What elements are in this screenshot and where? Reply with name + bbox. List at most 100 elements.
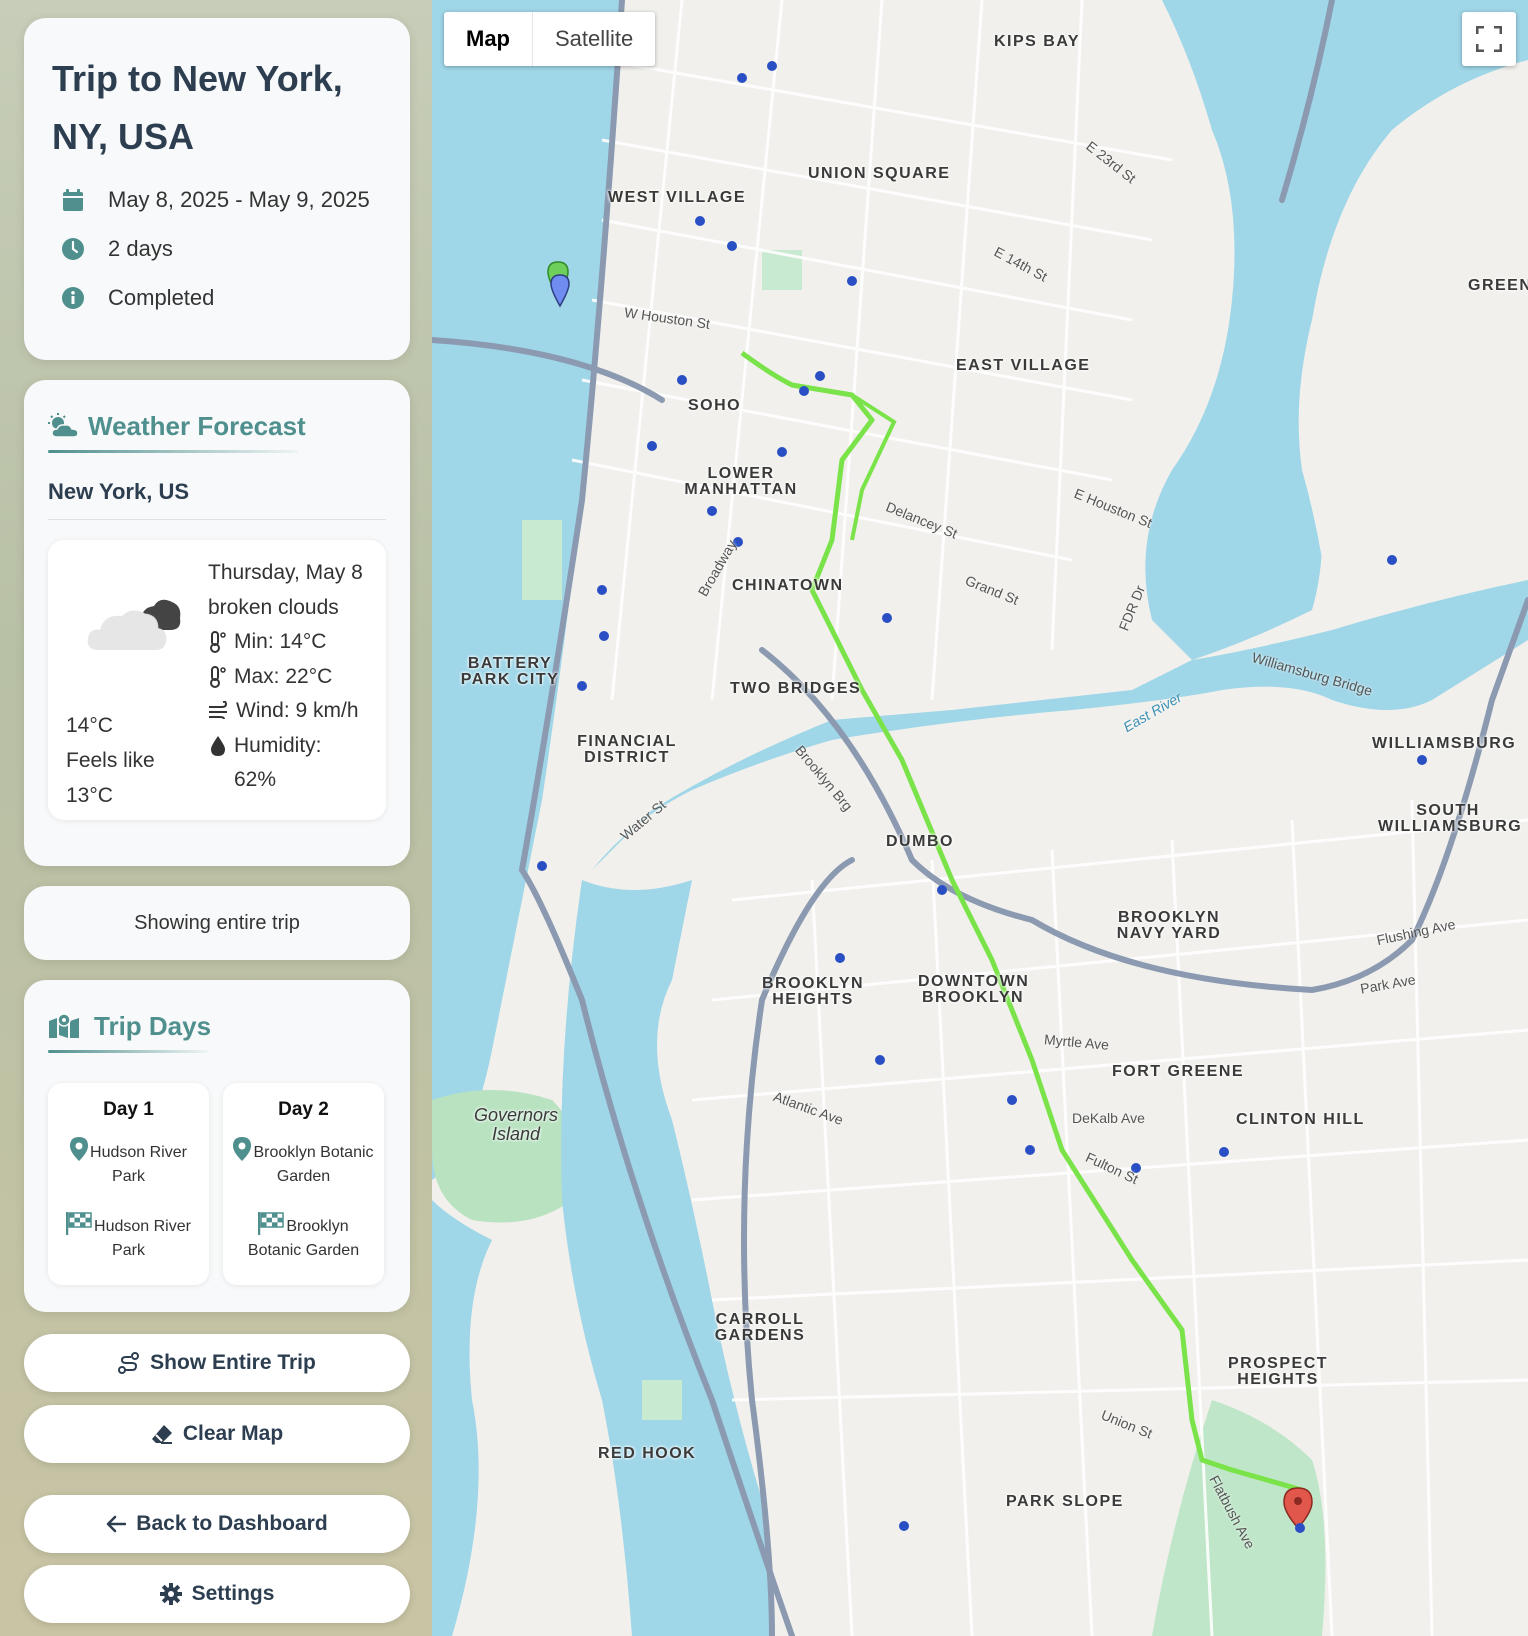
weather-forecast-box: 14°C Feels like 13°C Thursday, May 8 bro… (48, 540, 386, 820)
map-label-chinatown: CHINATOWN (732, 577, 844, 594)
day-end-text: Hudson River Park (94, 1218, 191, 1259)
map-pin-icon (70, 1137, 89, 1161)
fullscreen-button[interactable] (1462, 12, 1516, 66)
map-view[interactable]: KIPS BAY UNION SQUARE WEST VILLAGE EAST … (432, 0, 1528, 1636)
flag-checkered-icon (65, 1212, 92, 1235)
trip-days-heading-text: Trip Days (94, 1010, 212, 1041)
droplet-icon (211, 735, 225, 756)
weather-heading-underline (48, 450, 298, 453)
day-start-text: Hudson River Park (90, 1144, 187, 1185)
broken-clouds-icon (86, 588, 182, 661)
trip-days-card: Trip Days Day 1 Hudson River Park Hudson… (24, 980, 410, 1312)
thermometer-icon (210, 665, 226, 688)
day-card-2[interactable]: Day 2 Brooklyn Botanic Garden Brooklyn B… (223, 1083, 384, 1285)
eraser-icon (151, 1425, 172, 1444)
map-label-dumbo: DUMBO (886, 833, 954, 850)
weather-day: Thursday, May 8 (208, 561, 363, 584)
weather-min: Min: 14°C (208, 625, 363, 660)
clear-map-label: Clear Map (182, 1422, 284, 1445)
fullscreen-icon (1476, 26, 1502, 52)
trip-status: Completed (52, 283, 382, 313)
map-marked-icon (49, 1013, 79, 1038)
wind-icon (209, 701, 228, 720)
sidebar: Trip to New York, NY, USA May 8, 2025 - … (0, 0, 432, 1636)
map-pin-icon (233, 1137, 252, 1161)
settings-button[interactable]: Settings (24, 1565, 410, 1623)
map-type-map-button[interactable]: Map (444, 12, 533, 66)
map-label-red-hook: RED HOOK (598, 1445, 697, 1462)
map-label-financial-district: FINANCIAL DISTRICT (577, 733, 677, 766)
weather-temp: 14°C (66, 714, 113, 737)
trip-duration: 2 days (52, 234, 382, 264)
weather-feels-like: Feels like 13°C (66, 749, 155, 807)
day-title: Day 1 (103, 1099, 154, 1120)
day-end: Hudson River Park (48, 1211, 209, 1263)
map-label-park-slope: PARK SLOPE (1006, 1493, 1124, 1510)
trip-duration-text: 2 days (108, 236, 173, 261)
day-card-1[interactable]: Day 1 Hudson River Park Hudson River Par… (48, 1083, 209, 1285)
trip-days-underline (48, 1050, 208, 1053)
weather-heading-text: Weather Forecast (88, 410, 306, 441)
map-label-west-village: WEST VILLAGE (608, 189, 746, 206)
weather-max-text: Max: 22°C (234, 664, 333, 688)
trip-info-card: Trip to New York, NY, USA May 8, 2025 - … (24, 18, 410, 360)
trip-title: Trip to New York, NY, USA (52, 58, 343, 157)
map-label-two-bridges: TWO BRIDGES (730, 680, 862, 697)
thermometer-icon (210, 631, 226, 654)
info-icon (60, 285, 86, 311)
day-start-text: Brooklyn Botanic Garden (253, 1144, 374, 1185)
weather-max: Max: 22°C (208, 660, 363, 695)
map-label-fort-greene: FORT GREENE (1112, 1063, 1245, 1080)
weather-current: 14°C Feels like 13°C (66, 708, 176, 813)
street-label: DeKalb Ave (1072, 1110, 1145, 1126)
show-entire-trip-label: Show Entire Trip (150, 1351, 316, 1374)
weather-condition: broken clouds (208, 595, 339, 619)
day-start: Brooklyn Botanic Garden (223, 1137, 384, 1189)
arrow-left-icon (107, 1515, 127, 1533)
trip-days-grid: Day 1 Hudson River Park Hudson River Par… (48, 1083, 386, 1285)
map-label-battery-park-city: BATTERY PARK CITY (460, 655, 560, 688)
weather-heading: Weather Forecast (48, 410, 386, 442)
map-label-east-village: EAST VILLAGE (956, 357, 1091, 374)
map-label-lower-manhattan: LOWER MANHATTAN (684, 465, 798, 498)
trip-dates: May 8, 2025 - May 9, 2025 (52, 185, 382, 215)
clear-map-button[interactable]: Clear Map (24, 1405, 410, 1463)
trip-days-heading: Trip Days (48, 1010, 386, 1042)
weather-wind: Wind: 9 km/h (208, 694, 363, 729)
day-title: Day 2 (278, 1099, 329, 1120)
map-label-downtown-brooklyn: DOWNTOWN BROOKLYN (918, 973, 1030, 1006)
weather-min-text: Min: 14°C (234, 630, 327, 653)
map-canvas[interactable] (432, 0, 1528, 1636)
back-to-dashboard-label: Back to Dashboard (136, 1512, 328, 1535)
weather-city: New York, US (48, 479, 386, 520)
map-label-governors-island: Governors Island (473, 1105, 559, 1144)
map-label-williamsburg: WILLIAMSBURG (1372, 735, 1517, 752)
weather-wind-text: Wind: 9 km/h (236, 699, 359, 722)
map-label-prospect-heights: PROSPECT HEIGHTS (1228, 1355, 1329, 1388)
settings-label: Settings (191, 1582, 275, 1605)
weather-humidity-text: Humidity: 62% (234, 733, 322, 792)
calendar-icon (60, 187, 86, 213)
map-label-soho: SOHO (688, 397, 742, 414)
gear-icon (159, 1583, 182, 1605)
weather-card: Weather Forecast New York, US 14°C Feels… (24, 380, 410, 866)
map-label-carroll-gardens: CARROLL GARDENS (714, 1311, 806, 1344)
flag-checkered-icon (258, 1212, 285, 1235)
map-label-clinton-hill: CLINTON HILL (1236, 1111, 1365, 1128)
map-label-kips-bay: KIPS BAY (994, 33, 1081, 50)
weather-details: Thursday, May 8 broken clouds Min: 14°C … (208, 556, 363, 798)
map-label-union-square: UNION SQUARE (808, 165, 951, 182)
show-entire-trip-button[interactable]: Show Entire Trip (24, 1334, 410, 1392)
route-icon (118, 1352, 140, 1374)
trip-dates-text: May 8, 2025 - May 9, 2025 (108, 187, 370, 212)
view-status-card: Showing entire trip (24, 886, 410, 960)
map-label-south-williamsburg: SOUTH WILLIAMSBURG (1378, 802, 1523, 835)
map-type-control: Map Satellite (444, 12, 656, 66)
weather-humidity: Humidity: 62% (208, 729, 363, 798)
map-type-satellite-button[interactable]: Satellite (533, 12, 655, 66)
map-label-brooklyn-navy-yard: BROOKLYN NAVY YARD (1116, 909, 1222, 942)
trip-status-text: Completed (108, 285, 215, 310)
view-status-text: Showing entire trip (134, 911, 300, 934)
map-label-green: GREEN (1468, 277, 1528, 294)
back-to-dashboard-button[interactable]: Back to Dashboard (24, 1495, 410, 1553)
